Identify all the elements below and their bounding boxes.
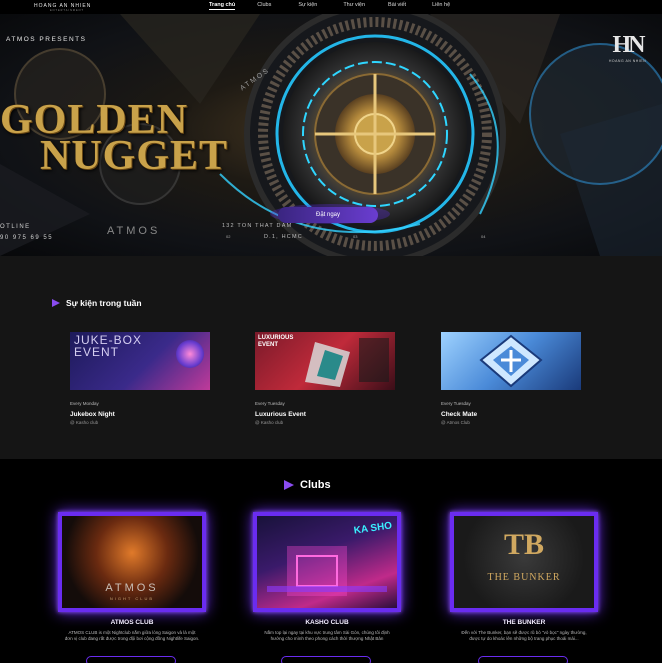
event-schedule: Every Tuesday [441,401,471,406]
top-navigation: HOANG AN NHIEN ENTERTAINMENT Trang chủ C… [0,0,662,14]
club-image[interactable]: KA SHO [253,512,401,612]
hero-atmos-label: ATMOS [107,225,161,237]
club-art-subtitle: NIGHT CLUB [109,596,155,601]
club-description: Đến với The Bunker, bạn sẽ được rũ bỏ "v… [461,630,587,641]
club-description: ATMOS CLUB is một Nightclub nằm giữa lòn… [64,630,200,641]
club-more-button[interactable] [478,656,568,663]
event-venue: @ Atmos Club [441,420,470,425]
event-name[interactable]: Luxurious Event [255,411,395,418]
hero-address: 132 TON THAT DAM D.1, HCMC [222,221,303,243]
club-image[interactable]: TB THE BUNKER [450,512,598,612]
club-more-button[interactable] [86,656,176,663]
event-image[interactable]: JUKE-BOX EVENT [70,332,210,390]
nav-item-library[interactable]: Thư viện [343,2,365,10]
partner-logo: HN HOANG AN NHIEN [600,32,655,80]
event-schedule: Every Monday [70,401,99,406]
address-line1: 132 TON THAT DAM [222,223,293,229]
hero-number: 02 [226,234,231,239]
main-nav: Trang chủ Clubs Sự kiện Thư viện Bài viế… [209,2,450,10]
nav-item-home[interactable]: Trang chủ [209,2,236,10]
hero-title: GOLDEN NUGGET [0,99,300,179]
hotline-block: OTLINE 90 975 69 55 [0,222,53,244]
event-card[interactable]: LUXURIOUS EVENT Every Tuesday Luxurious … [255,332,395,425]
logo-text: HOANG AN NHIEN [608,59,647,63]
club-more-button[interactable] [281,656,371,663]
event-name[interactable]: Check Mate [441,411,581,418]
event-name[interactable]: Jukebox Night [70,411,210,418]
event-art-title: JUKE-BOX EVENT [74,333,143,359]
clubs-title: Clubs [300,479,331,491]
club-art-title: THE BUNKER [487,572,561,583]
club-name[interactable]: KASHO CLUB [253,619,401,626]
club-image[interactable]: ATMOS NIGHT CLUB [58,512,206,612]
nav-item-events[interactable]: Sự kiện [298,2,317,10]
events-heading: Sự kiện trong tuần [52,298,142,308]
hotline-label: OTLINE [0,224,31,230]
event-image[interactable]: LUXURIOUS EVENT [255,332,395,390]
club-description: Nằm top lại ngay tại khu vực trung tâm S… [264,630,390,641]
event-venue: @ Kasho club [255,420,284,425]
nav-item-contact[interactable]: Liên hệ [432,2,450,10]
hero-number: 04 [481,234,486,239]
club-card[interactable]: KA SHO KASHO CLUB Nằm top lại ngay tại k… [253,512,401,642]
club-name[interactable]: ATMOS CLUB [58,619,206,626]
play-icon [284,480,294,490]
event-venue: @ Kasho club [70,420,99,425]
address-line2: D.1, HCMC [264,234,303,240]
clubs-heading: Clubs [284,479,331,491]
hero-presents: ATMOS PRESENTS [6,36,87,43]
event-art-graphic [305,338,389,387]
club-name[interactable]: THE BUNKER [450,619,598,626]
hotline-number: 90 975 69 55 [0,235,54,241]
event-card[interactable]: JUKE-BOX EVENT Every Monday Jukebox Nigh… [70,332,210,425]
club-card[interactable]: TB THE BUNKER THE BUNKER Đến với The Bun… [450,512,598,642]
bunker-monogram: TB [503,528,545,561]
disc-icon [176,340,204,368]
hero-banner: ATMOS PRESENTS GOLDEN NUGGET ATMOS HN HO… [0,14,662,256]
logo-mark: HN [612,32,646,58]
club-art-title: ATMOS [105,582,159,594]
club-card[interactable]: ATMOS NIGHT CLUB ATMOS CLUB ATMOS CLUB i… [58,512,206,642]
checkmate-graphic [479,334,543,388]
nav-item-clubs[interactable]: Clubs [257,2,271,10]
kasho-graphic [267,546,387,596]
hero-number: 03 [353,234,358,239]
event-card[interactable]: Every Tuesday Check Mate @ Atmos Club [441,332,581,425]
event-image[interactable] [441,332,581,390]
event-schedule: Every Tuesday [255,401,285,406]
play-icon [52,299,60,307]
nav-item-articles[interactable]: Bài viết [388,2,406,10]
events-title: Sự kiện trong tuần [66,298,142,308]
brand-subtitle: ENTERTAINMENT [50,9,85,12]
hero-title-line2: NUGGET [40,133,229,179]
